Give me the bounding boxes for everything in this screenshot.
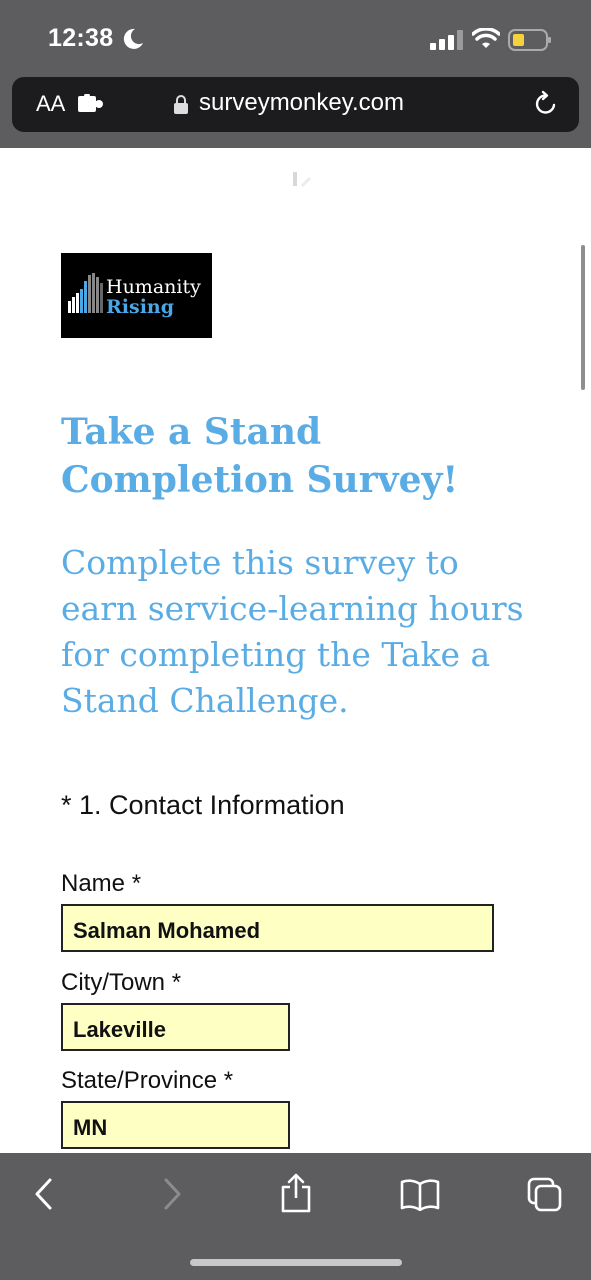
browser-bottom-toolbar bbox=[0, 1153, 591, 1280]
name-field[interactable]: Salman Mohamed bbox=[61, 904, 494, 952]
reader-settings-button[interactable]: AA bbox=[36, 91, 65, 117]
logo-text-humanity: Humanity bbox=[106, 276, 201, 298]
bookmarks-icon[interactable] bbox=[400, 1179, 440, 1211]
scrollbar[interactable] bbox=[581, 245, 585, 390]
aa-label: AA bbox=[36, 91, 66, 116]
city-label: City/Town * bbox=[61, 969, 182, 996]
name-field-value: Salman Mohamed bbox=[73, 918, 261, 943]
moon-icon bbox=[123, 28, 143, 49]
hands-logo-icon bbox=[68, 273, 103, 313]
survey-subtitle: Complete this survey to earn service-lea… bbox=[61, 543, 524, 720]
state-field-value: MN bbox=[73, 1115, 108, 1140]
question-contact-information: * 1. Contact Information bbox=[61, 790, 345, 820]
city-field[interactable]: Lakeville bbox=[61, 1003, 290, 1051]
share-icon[interactable] bbox=[280, 1173, 312, 1213]
loading-spinner-icon bbox=[293, 172, 312, 188]
url-text[interactable]: surveymonkey.com bbox=[199, 89, 404, 117]
name-label: Name * bbox=[61, 870, 142, 897]
state-label: State/Province * bbox=[61, 1067, 234, 1094]
forward-icon[interactable] bbox=[160, 1177, 184, 1211]
address-bar[interactable]: AA surveymonkey.com bbox=[12, 77, 579, 132]
home-indicator[interactable] bbox=[190, 1259, 402, 1266]
extension-icon[interactable] bbox=[78, 94, 104, 114]
browser-top-bar: 12:38 AA surveymonkey.com bbox=[0, 0, 591, 148]
state-field[interactable]: MN bbox=[61, 1101, 290, 1149]
back-icon[interactable] bbox=[32, 1177, 56, 1211]
cellular-signal-icon bbox=[430, 30, 463, 50]
wifi-icon bbox=[472, 28, 500, 48]
tabs-icon[interactable] bbox=[527, 1177, 563, 1213]
reload-icon[interactable] bbox=[532, 90, 560, 118]
city-field-value: Lakeville bbox=[73, 1017, 166, 1042]
humanity-rising-logo: Humanity Rising bbox=[61, 253, 212, 338]
battery-icon bbox=[508, 29, 551, 51]
lock-icon bbox=[174, 95, 188, 114]
survey-title: Take a Stand Completion Survey! bbox=[61, 411, 459, 501]
logo-text-rising: Rising bbox=[106, 296, 175, 318]
status-time: 12:38 bbox=[48, 24, 114, 52]
